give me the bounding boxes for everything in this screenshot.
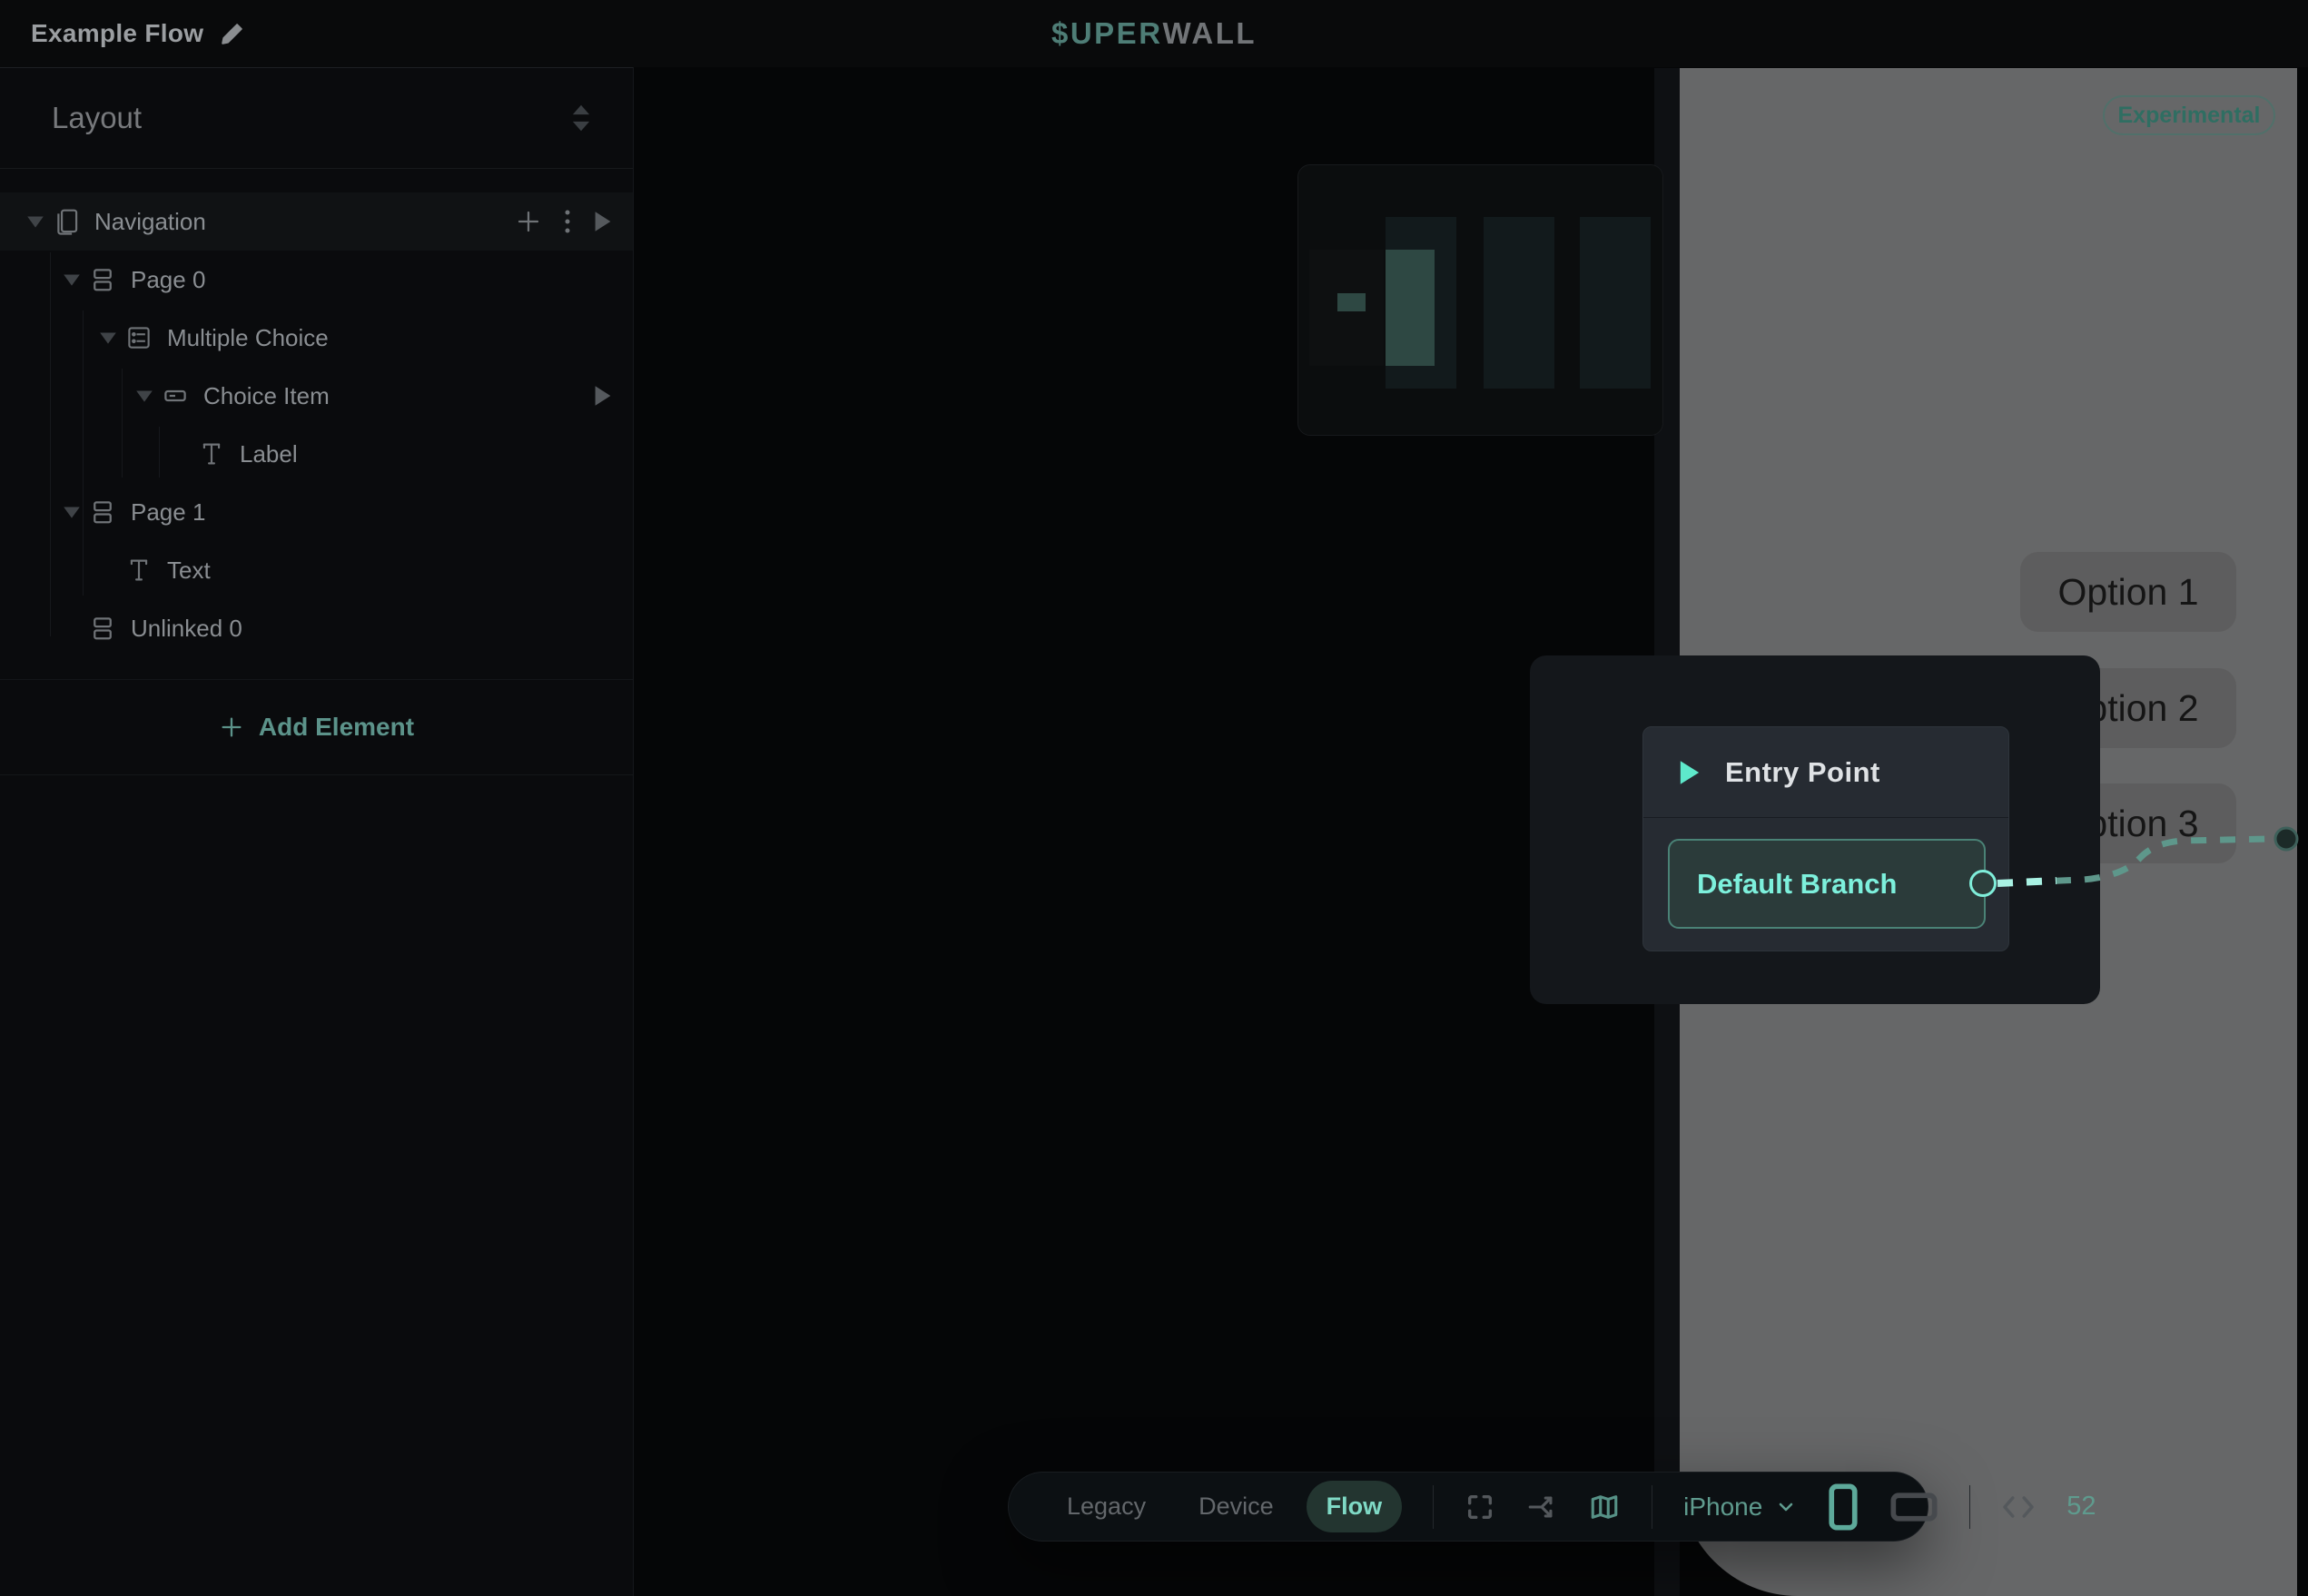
minimap-page-block <box>1580 217 1651 389</box>
text-icon <box>123 555 154 586</box>
tree-row-actions <box>593 367 613 425</box>
tree-row-label: Navigation <box>94 208 206 236</box>
code-count-badge[interactable]: 52 <box>2066 1492 2096 1522</box>
plus-icon[interactable] <box>515 208 542 235</box>
tree-row-label: Page 0 <box>131 266 205 294</box>
mode-button-device[interactable]: Device <box>1179 1481 1294 1532</box>
toolbar-divider <box>1969 1485 1970 1529</box>
entry-node-title: Entry Point <box>1725 756 1880 789</box>
minimap-page-block <box>1484 217 1554 389</box>
kebab-icon[interactable] <box>562 208 573 235</box>
tree-row-label: Text <box>167 557 211 585</box>
sort-layers-icon[interactable] <box>569 103 593 133</box>
add-element-label: Add Element <box>259 713 414 742</box>
device-select-dropdown[interactable]: iPhone <box>1683 1493 1797 1522</box>
add-element-button[interactable]: Add Element <box>0 679 633 775</box>
text-icon <box>196 438 227 469</box>
tree-indent-guide <box>122 369 123 478</box>
preview-option-button-1[interactable]: Option 1 <box>2020 552 2236 632</box>
minimap-highlight-block <box>1386 250 1435 366</box>
view-toolbar: Legacy Device Flow iPhone <box>1008 1472 1928 1542</box>
tree-row-page-1[interactable]: Page 1 <box>0 483 633 541</box>
tree-indent-guide <box>159 427 160 478</box>
tree-row-choice-item[interactable]: Choice Item <box>0 367 633 425</box>
flow-title: Example Flow <box>31 19 203 48</box>
layout-panel-header: Layout <box>0 68 633 169</box>
connector-endpoint-dot <box>2275 828 2297 850</box>
tree-row-label: Multiple Choice <box>167 324 329 352</box>
portrait-orientation-icon[interactable] <box>1828 1483 1859 1532</box>
mode-switcher: Legacy Device Flow <box>1047 1481 1402 1532</box>
page-icon <box>87 264 118 295</box>
landscape-orientation-icon[interactable] <box>1889 1492 1938 1522</box>
list-icon <box>123 322 154 353</box>
layout-panel: Layout Navigation Page 0 Multiple Choice Ch… <box>0 67 634 1596</box>
expand-caret-icon[interactable] <box>56 271 87 288</box>
tree-row-label: Page 1 <box>131 498 205 527</box>
page-icon <box>87 613 118 644</box>
flow-connector-edge <box>1987 816 2308 898</box>
tree-row-label: Choice Item <box>203 382 330 410</box>
branch-output-port[interactable] <box>1969 870 1997 897</box>
tree-row-text[interactable]: Text <box>0 541 633 599</box>
code-view-icon[interactable] <box>2001 1493 2036 1521</box>
tree-row-page-0[interactable]: Page 0 <box>0 251 633 309</box>
chevron-down-icon <box>1775 1496 1797 1518</box>
device-select-label: iPhone <box>1683 1493 1762 1522</box>
tree-row-navigation[interactable]: Navigation <box>0 192 633 251</box>
screens-icon <box>51 206 82 237</box>
tree-row-label: Unlinked 0 <box>131 615 242 643</box>
default-branch-label: Default Branch <box>1697 868 1897 901</box>
expand-caret-icon[interactable] <box>20 213 51 230</box>
tree-row-label[interactable]: Label <box>0 425 633 483</box>
flow-minimap[interactable] <box>1297 164 1663 436</box>
tree-indent-guide <box>83 310 84 596</box>
tree-indent-guide <box>50 252 51 636</box>
minimap-highlight-dash <box>1337 293 1366 311</box>
page-icon <box>87 497 118 527</box>
top-bar: Example Flow $UPERWALL <box>0 0 2308 67</box>
entry-point-node[interactable]: Entry Point Default Branch <box>1642 726 2009 951</box>
superwall-logo: $UPERWALL <box>1051 0 1257 67</box>
play-triangle-icon <box>1678 760 1701 785</box>
flow-title-group: Example Flow <box>31 0 244 67</box>
tree-row-actions <box>515 192 613 251</box>
logo-accent-text: $UPER <box>1051 16 1163 51</box>
toolbar-divider <box>1433 1485 1434 1529</box>
tree-row-unlinked-0[interactable]: Unlinked 0 <box>0 599 633 657</box>
expand-caret-icon[interactable] <box>93 330 123 346</box>
mode-button-legacy[interactable]: Legacy <box>1047 1481 1166 1532</box>
share-flow-icon[interactable] <box>1526 1492 1557 1522</box>
entry-node-header: Entry Point <box>1643 727 2008 818</box>
layer-tree: Navigation Page 0 Multiple Choice Choice It… <box>0 169 633 657</box>
experimental-badge: Experimental <box>2103 95 2275 135</box>
fullscreen-icon[interactable] <box>1465 1492 1495 1522</box>
tree-row-label: Label <box>240 440 298 468</box>
default-branch-button[interactable]: Default Branch <box>1668 839 1986 929</box>
map-overview-icon[interactable] <box>1588 1492 1621 1522</box>
play-icon[interactable] <box>593 385 613 407</box>
logo-rest-text: WALL <box>1163 16 1257 51</box>
edit-title-pencil-icon[interactable] <box>220 22 244 46</box>
plus-icon <box>219 714 244 740</box>
expand-caret-icon[interactable] <box>129 388 160 404</box>
layout-panel-title: Layout <box>52 101 142 135</box>
pill-icon <box>160 380 191 411</box>
tree-row-multiple-choice[interactable]: Multiple Choice <box>0 309 633 367</box>
play-icon[interactable] <box>593 211 613 232</box>
mode-button-flow[interactable]: Flow <box>1307 1481 1403 1532</box>
